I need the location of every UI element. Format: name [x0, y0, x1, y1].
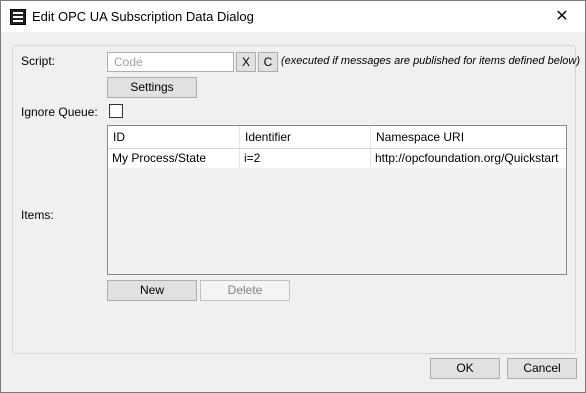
delete-item-button[interactable]: Delete — [200, 280, 290, 301]
settings-button[interactable]: Settings — [107, 77, 197, 98]
items-label: Items: — [21, 208, 54, 222]
title-bar: Edit OPC UA Subscription Data Dialog ✕ — [1, 1, 585, 32]
table-row[interactable]: My Process/State i=2 http://opcfoundatio… — [108, 149, 566, 169]
script-note: (executed if messages are published for … — [281, 55, 580, 67]
script-clear-button[interactable]: X — [236, 52, 256, 72]
cell-identifier[interactable]: i=2 — [240, 149, 371, 168]
grid-header: ID Identifier Namespace URI — [108, 126, 566, 149]
app-logo-icon — [10, 9, 26, 25]
cancel-button[interactable]: Cancel — [507, 358, 577, 379]
ignore-queue-label: Ignore Queue: — [21, 105, 98, 119]
cell-id[interactable]: My Process/State — [108, 149, 240, 168]
script-code-field[interactable] — [107, 52, 234, 72]
ok-button[interactable]: OK — [430, 358, 500, 379]
dialog-content: Script: X C (executed if messages are pu… — [1, 32, 585, 392]
items-grid[interactable]: ID Identifier Namespace URI My Process/S… — [107, 125, 567, 275]
settings-group: Script: X C (executed if messages are pu… — [12, 45, 580, 354]
dialog-window: Edit OPC UA Subscription Data Dialog ✕ S… — [0, 0, 586, 393]
new-item-button[interactable]: New — [107, 280, 197, 301]
window-title: Edit OPC UA Subscription Data Dialog — [32, 9, 254, 24]
ignore-queue-checkbox[interactable] — [109, 104, 123, 118]
cell-namespace-uri[interactable]: http://opcfoundation.org/Quickstart — [371, 149, 566, 168]
script-label: Script: — [21, 54, 56, 68]
close-icon[interactable]: ✕ — [539, 1, 585, 32]
column-header-id[interactable]: ID — [108, 126, 240, 148]
column-header-namespace-uri[interactable]: Namespace URI — [371, 126, 566, 148]
script-compile-button[interactable]: C — [258, 52, 278, 72]
column-header-identifier[interactable]: Identifier — [240, 126, 371, 148]
script-code-input[interactable] — [108, 53, 232, 70]
